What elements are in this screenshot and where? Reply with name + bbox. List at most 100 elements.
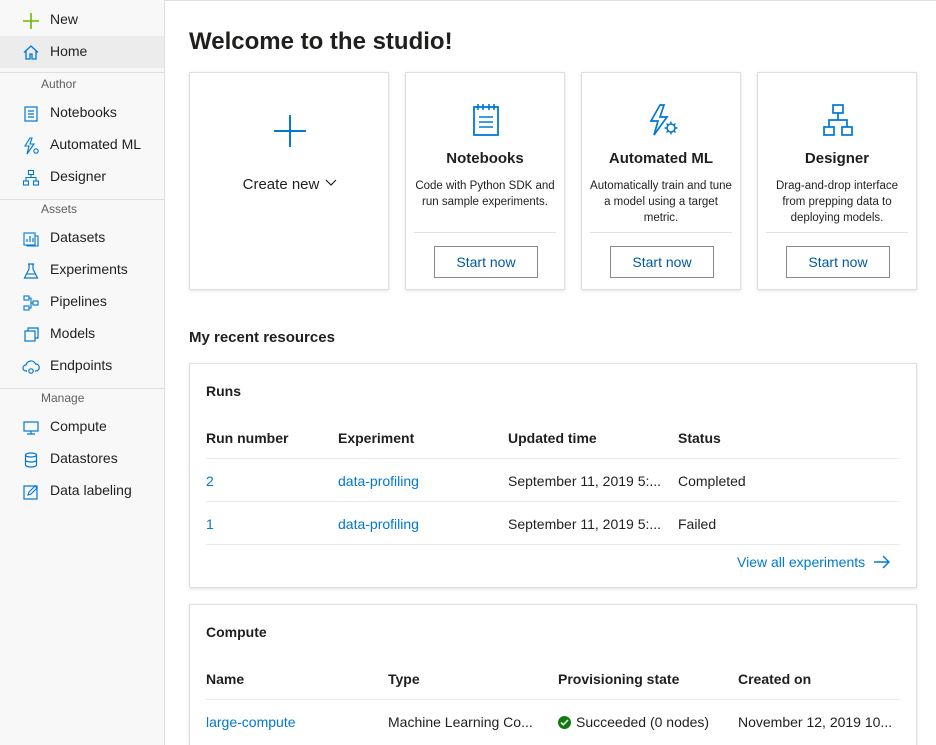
divider <box>414 232 556 233</box>
nav-pipelines-label: Pipelines <box>50 293 107 309</box>
row-divider <box>206 501 900 502</box>
view-all-experiments-link[interactable]: View all experiments <box>737 554 891 570</box>
provisioning-state-label: Succeeded (0 nodes) <box>576 714 710 730</box>
nav-datasets[interactable]: Datasets <box>0 222 164 254</box>
plus-icon <box>272 113 308 149</box>
updated-time: September 11, 2019 5:... <box>508 516 662 532</box>
nav-new-label: New <box>50 11 79 27</box>
monitor-icon <box>22 419 40 437</box>
run-number-link[interactable]: 1 <box>206 516 214 532</box>
designer-card: Designer Drag-and-drop interface from pr… <box>757 72 917 290</box>
card-description: Code with Python SDK and run sample expe… <box>415 180 555 208</box>
check-circle-icon <box>558 716 571 729</box>
nav-home[interactable]: Home <box>0 36 164 68</box>
nav-datastores[interactable]: Datastores <box>0 443 164 475</box>
nav-models[interactable]: Models <box>0 318 164 350</box>
column-header[interactable]: Created on <box>738 671 811 687</box>
home-icon <box>22 44 40 62</box>
column-header[interactable]: Name <box>206 671 244 687</box>
nav-compute[interactable]: Compute <box>0 411 164 443</box>
cloud-endpoint-icon <box>22 358 40 376</box>
designer-start-button[interactable]: Start now <box>786 246 890 278</box>
updated-time: September 11, 2019 5:... <box>508 473 662 489</box>
notebooks-card: Notebooks Code with Python SDK and run s… <box>405 72 565 290</box>
section-author: Author <box>41 77 77 91</box>
section-manage: Manage <box>41 391 85 405</box>
experiment-link[interactable]: data-profiling <box>338 473 419 489</box>
card-description: Drag-and-drop interface from prepping da… <box>775 180 899 224</box>
automated-ml-card: Automated ML Automatically train and tun… <box>581 72 741 290</box>
nav-models-label: Models <box>50 325 96 341</box>
divider <box>590 232 732 233</box>
column-header[interactable]: Experiment <box>338 430 414 446</box>
card-title: Notebooks <box>446 150 524 167</box>
notebooks-start-button[interactable]: Start now <box>434 246 538 278</box>
run-status: Completed <box>678 473 746 489</box>
create-new-dropdown[interactable]: Create new <box>190 174 390 193</box>
page-title: Welcome to the studio! <box>189 28 453 55</box>
nav-experiments[interactable]: Experiments <box>0 254 164 286</box>
pipeline-icon <box>22 294 40 312</box>
nav-new[interactable]: New <box>0 4 164 36</box>
column-header[interactable]: Status <box>678 430 721 446</box>
arrow-right-icon <box>873 555 891 569</box>
section-assets: Assets <box>41 202 78 216</box>
chevron-down-icon <box>325 174 337 186</box>
lightning-gear-icon <box>22 137 40 155</box>
created-on: November 12, 2019 10... <box>738 714 893 730</box>
view-all-label: View all experiments <box>737 554 866 570</box>
lightning-gear-icon <box>646 103 678 137</box>
left-navigation: New Home Author Notebooks Automated ML D… <box>0 0 165 745</box>
divider <box>766 232 908 233</box>
compute-title: Compute <box>206 624 267 640</box>
nav-datasets-label: Datasets <box>50 229 106 245</box>
designer-icon <box>822 103 854 137</box>
create-new-card[interactable]: Create new <box>189 72 389 290</box>
dataset-icon <box>22 230 40 248</box>
runs-panel: Runs Run number Experiment Updated time … <box>189 363 917 588</box>
divider <box>0 72 164 73</box>
compute-panel: Compute Name Type Provisioning state Cre… <box>189 604 917 745</box>
cube-icon <box>22 326 40 344</box>
automated-ml-start-button[interactable]: Start now <box>610 246 714 278</box>
notebook-icon <box>470 103 502 137</box>
nav-automated-ml[interactable]: Automated ML <box>0 129 164 161</box>
column-header[interactable]: Updated time <box>508 430 597 446</box>
create-new-label: Create new <box>242 176 320 193</box>
column-header[interactable]: Run number <box>206 430 288 446</box>
nav-endpoints[interactable]: Endpoints <box>0 350 164 382</box>
column-header[interactable]: Provisioning state <box>558 671 679 687</box>
row-divider <box>206 544 900 545</box>
divider <box>0 199 164 200</box>
flask-icon <box>22 262 40 280</box>
nav-data-labeling[interactable]: Data labeling <box>0 475 164 507</box>
card-title: Designer <box>804 150 870 167</box>
nav-datastores-label: Datastores <box>50 450 118 466</box>
nav-data-labeling-label: Data labeling <box>50 482 132 498</box>
runs-title: Runs <box>206 383 241 399</box>
notebook-icon <box>22 105 40 123</box>
nav-pipelines[interactable]: Pipelines <box>0 286 164 318</box>
compute-name-link[interactable]: large-compute <box>206 714 296 730</box>
nav-experiments-label: Experiments <box>50 261 128 277</box>
nav-compute-label: Compute <box>50 418 107 434</box>
top-border <box>165 0 936 4</box>
nav-notebooks[interactable]: Notebooks <box>0 97 164 129</box>
nav-designer-label: Designer <box>50 168 107 184</box>
provisioning-state: Succeeded (0 nodes) <box>558 714 728 730</box>
divider <box>0 388 164 389</box>
row-divider <box>206 699 900 700</box>
column-header[interactable]: Type <box>388 671 420 687</box>
card-description: Automatically train and tune a model usi… <box>590 180 732 224</box>
experiment-link[interactable]: data-profiling <box>338 516 419 532</box>
run-status: Failed <box>678 516 717 532</box>
database-icon <box>22 451 40 469</box>
designer-icon <box>22 169 40 187</box>
nav-notebooks-label: Notebooks <box>50 104 117 120</box>
edit-label-icon <box>22 483 40 501</box>
nav-designer[interactable]: Designer <box>0 161 164 193</box>
recent-resources-title: My recent resources <box>189 329 335 346</box>
run-number-link[interactable]: 2 <box>206 473 214 489</box>
nav-home-label: Home <box>50 43 88 59</box>
plus-icon <box>22 12 40 30</box>
